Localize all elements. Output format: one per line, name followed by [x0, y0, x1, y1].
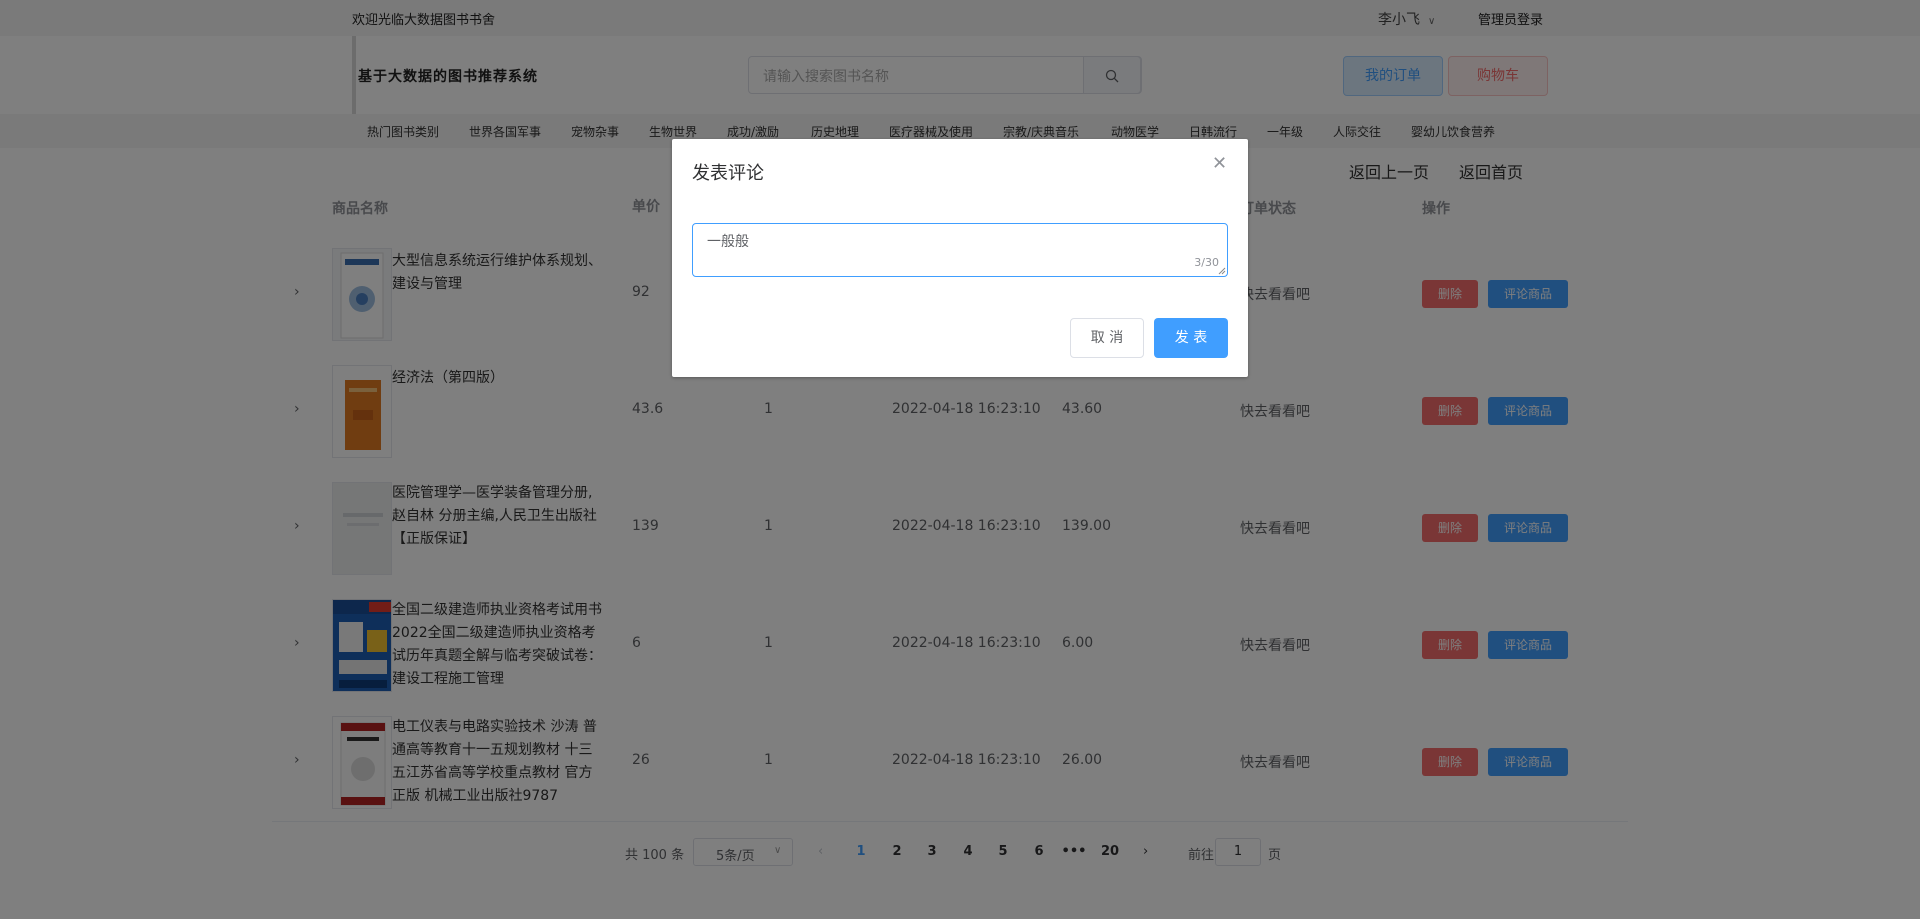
close-icon[interactable]: ✕	[1212, 153, 1227, 174]
resize-handle-icon[interactable]	[1218, 267, 1226, 275]
comment-textarea[interactable]: 一般般 3/30	[692, 223, 1228, 277]
submit-button[interactable]: 发 表	[1154, 318, 1228, 358]
comment-text: 一般般	[707, 234, 749, 250]
comment-dialog: 发表评论 ✕ 一般般 3/30 取 消 发 表	[672, 139, 1248, 377]
cancel-button[interactable]: 取 消	[1070, 318, 1144, 358]
modal-overlay[interactable]	[0, 0, 1920, 919]
char-counter: 3/30	[1194, 256, 1219, 269]
dialog-title: 发表评论	[692, 163, 764, 184]
